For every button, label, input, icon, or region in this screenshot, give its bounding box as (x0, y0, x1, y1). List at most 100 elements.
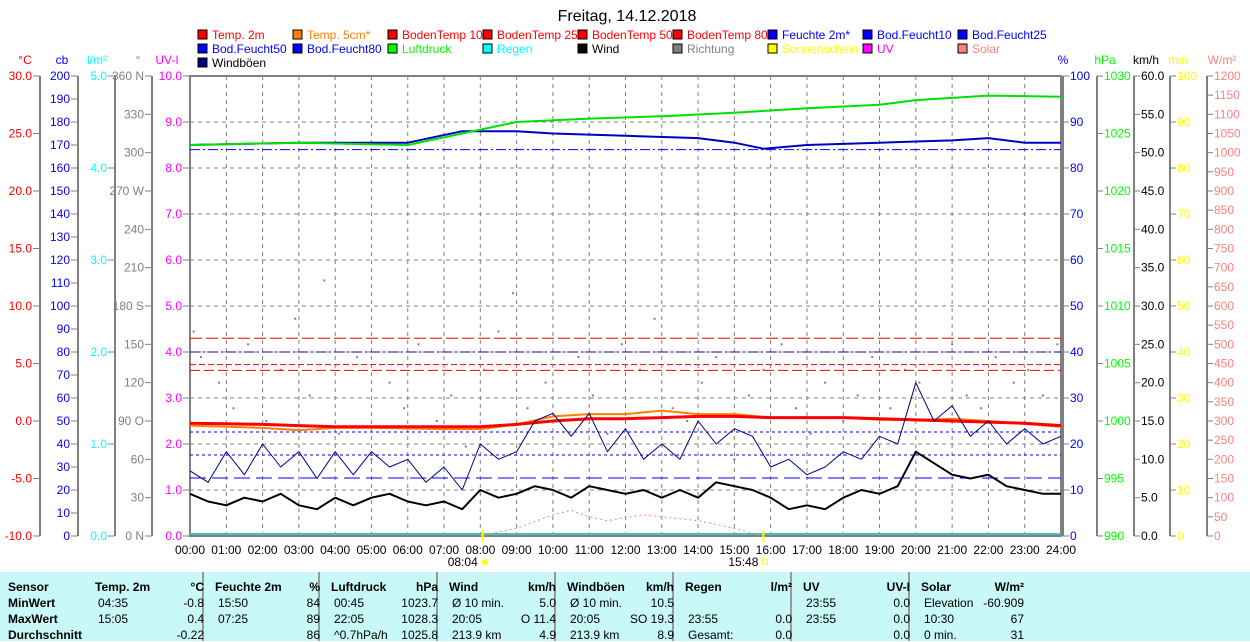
axis-tick-label: 1030 (1104, 69, 1131, 83)
direction-point (715, 356, 718, 359)
axis-tick-label: 25.0 (1141, 337, 1165, 351)
axis-tick-label: 3.0 (90, 253, 107, 267)
x-tick-label: 14:00 (683, 543, 713, 557)
legend-label: Bod.Feucht80 (307, 42, 382, 56)
axis-tick-label: 990 (1104, 529, 1124, 543)
stat-solar-value: -60.909 (983, 596, 1024, 610)
x-tick-label: 00:00 (175, 543, 205, 557)
axis-tick-label: 5.0 (165, 299, 182, 313)
stat-hum-value: 84 (306, 596, 320, 610)
direction-point (606, 432, 609, 435)
row-label: MinWert (8, 596, 56, 610)
axis-tick-label: 330 (124, 107, 144, 121)
legend-swatch (482, 43, 493, 54)
direction-point (824, 381, 827, 384)
legend-swatch (197, 29, 208, 40)
row-label: Durchschnitt (8, 628, 83, 642)
legend-label: Feuchte 2m* (782, 28, 850, 42)
axis-tick-label: 60 (57, 391, 71, 405)
axis-title: l/m² (87, 53, 107, 67)
header-sensor: Sensor (8, 580, 49, 594)
axis-tick-label: 3.0 (165, 391, 182, 405)
stat-temp-value: -0.22 (176, 628, 204, 642)
direction-point (889, 407, 892, 410)
direction-point (980, 407, 983, 410)
header-uv-unit: UV-I (886, 580, 910, 594)
axis-tick-label: 150 (124, 337, 144, 351)
axis-tick-label: 0 (1177, 529, 1184, 543)
legend-label: Regen (497, 42, 532, 56)
axis-tick-label: 15.0 (1141, 414, 1165, 428)
x-tick-label: 21:00 (937, 543, 967, 557)
axis-tick-label: 360 N (112, 69, 144, 83)
axis-tick-label: 60 (1177, 253, 1191, 267)
axis-tick-label: 50 (1070, 299, 1084, 313)
direction-point (265, 420, 268, 422)
x-tick-label: 03:00 (284, 543, 314, 557)
x-tick-label: 19:00 (865, 543, 895, 557)
weather-chart: Freitag, 14.12.2018 Temp. 2m Temp. 5cm* Bo… (5, 8, 1241, 569)
legend-swatch (197, 57, 208, 68)
axis-tick-label: 10.0 (1141, 452, 1165, 466)
axis-tick-label: 800 (1214, 222, 1234, 236)
direction-point (308, 394, 311, 397)
legend-label: Windböen (212, 56, 266, 70)
stat-gust-value: 8.9 (657, 628, 674, 642)
sunset-time: 15:48 (728, 555, 758, 569)
axis-tick-label: 150 (50, 184, 70, 198)
axis-tick-label: 40 (1177, 345, 1191, 359)
axis-tick-label: 170 (50, 138, 70, 152)
axis-tick-label: 40.0 (1141, 222, 1165, 236)
direction-point (733, 458, 736, 461)
direction-point (435, 420, 438, 422)
legend-label: UV (877, 42, 894, 56)
x-tick-label: 05:00 (356, 543, 386, 557)
legend-swatch (197, 43, 208, 54)
grid (189, 75, 1062, 537)
axis-tick-label: 1.0 (165, 483, 182, 497)
x-tick-label: 04:00 (320, 543, 350, 557)
legend-swatch (387, 43, 398, 54)
direction-point (1041, 394, 1044, 397)
axis-tick-label: 20.0 (1141, 376, 1165, 390)
stat-press-value: 1023.7 (401, 596, 438, 610)
axis-tick-label: 90 (1070, 115, 1084, 129)
axis-title: min (1168, 53, 1187, 67)
axis-tick-label: 15.0 (9, 242, 33, 256)
axis-tick-label: 200 (1214, 452, 1234, 466)
legend-label: Temp. 2m (212, 28, 265, 42)
axis-tick-label: 200 (50, 69, 70, 83)
axis-tick-label: 5.0 (1141, 491, 1158, 505)
axis-tick-label: 0.0 (1141, 529, 1158, 543)
axis-tick-label: 130 (50, 230, 70, 244)
axis-tick-label: 90 (1177, 115, 1191, 129)
axis-tick-label: 30 (57, 460, 71, 474)
axis-title: UV-I (155, 53, 178, 67)
axis-tick-label: 1015 (1104, 242, 1131, 256)
axis-tick-label: 40 (1070, 345, 1084, 359)
axis-tick-label: 700 (1214, 261, 1234, 275)
axis-tick-label: 1.0 (90, 437, 107, 451)
axis-tick-label: 9.0 (165, 115, 182, 129)
axis-tick-label: 70 (57, 368, 71, 382)
stat-wind-value: O 11.4 (520, 612, 556, 626)
axis-title: cb (56, 53, 69, 67)
direction-point (497, 330, 500, 333)
axis-title: W/m² (1208, 53, 1237, 67)
legend-swatch (577, 43, 588, 54)
stat-rain-value: 0.0 (775, 612, 792, 626)
direction-point (247, 343, 250, 346)
legend-swatch (577, 29, 588, 40)
axis-tick-label: 1010 (1104, 299, 1131, 313)
stat-gust-value: 10.5 (650, 596, 674, 610)
x-tick-label: 17:00 (792, 543, 822, 557)
stat-wind-value: 4.9 (539, 628, 556, 642)
direction-point (918, 381, 921, 384)
x-tick-label: 18:00 (828, 543, 858, 557)
direction-point (809, 432, 812, 435)
axis-tick-label: 4.0 (90, 161, 107, 175)
direction-point (218, 381, 221, 384)
direction-point (965, 394, 968, 397)
axis-tick-label: 100 (50, 299, 70, 313)
axis-tick-label: 55.0 (1141, 107, 1165, 121)
